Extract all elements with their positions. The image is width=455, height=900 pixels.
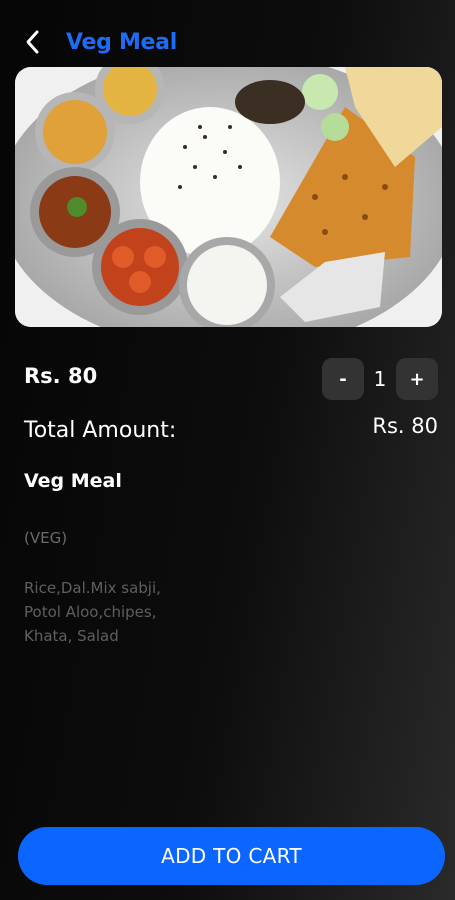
unit-price: Rs. 80: [24, 364, 98, 388]
quantity-value: 1: [373, 367, 387, 391]
total-amount-label: Total Amount:: [24, 418, 177, 443]
description-line: Potol Aloo,chipes,: [24, 603, 157, 621]
increment-button[interactable]: +: [396, 358, 438, 400]
top-bar: Veg Meal: [18, 22, 437, 62]
description-line: Khata, Salad: [24, 627, 119, 645]
add-to-cart-button[interactable]: ADD TO CART: [18, 827, 445, 885]
item-type: (VEG): [24, 529, 68, 547]
chevron-left-icon: [26, 30, 39, 54]
total-amount-value: Rs. 80: [372, 414, 438, 438]
item-description: Rice,Dal.Mix sabji, Potol Aloo,chipes, K…: [24, 576, 224, 648]
description-line: Rice,Dal.Mix sabji,: [24, 579, 161, 597]
back-button[interactable]: [18, 27, 48, 57]
meal-image: [15, 67, 442, 327]
item-name: Veg Meal: [24, 470, 122, 492]
quantity-stepper: - 1 +: [322, 358, 438, 400]
decrement-button[interactable]: -: [322, 358, 364, 400]
page-title: Veg Meal: [66, 29, 177, 55]
